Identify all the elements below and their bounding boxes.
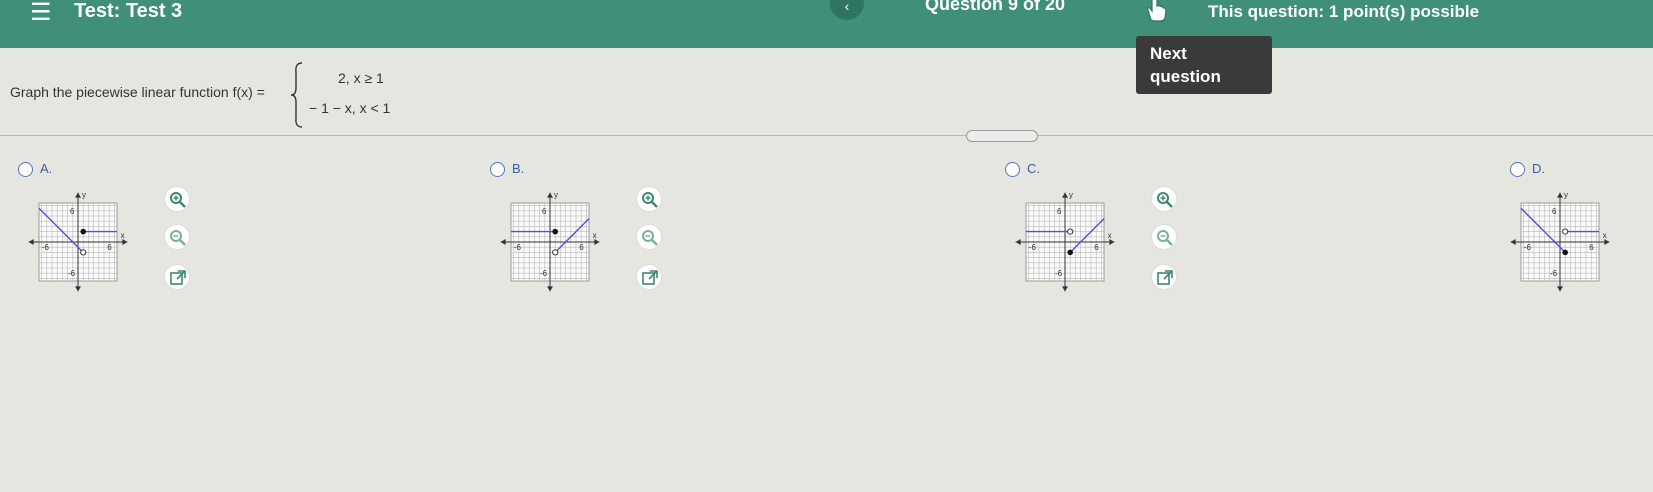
open-new-window-icon	[642, 270, 658, 285]
zoom-in-button[interactable]	[636, 186, 662, 212]
option-a-label: A.	[40, 161, 53, 176]
zoom-out-icon	[170, 230, 186, 246]
top-bar: ☰ Test: Test 3 ‹ Question 9 of 20 This q…	[0, 0, 1653, 48]
x-tick-label: -6	[1029, 243, 1037, 252]
option-c-graph[interactable]: x y -6 6 6 -6	[1015, 184, 1145, 314]
previous-question-button[interactable]: ‹	[830, 0, 864, 20]
open-new-window-button[interactable]	[1151, 264, 1177, 290]
piecewise-case-2: − 1 − x, x < 1	[309, 100, 391, 116]
option-d-label: D.	[1532, 161, 1545, 176]
x-tick-label: 6	[107, 243, 112, 252]
x-tick-label: -6	[514, 243, 522, 252]
option-a-graph[interactable]: x y -6 6 6 -6	[28, 184, 158, 314]
open-new-window-icon	[1157, 270, 1173, 285]
y-axis-label: y	[1069, 190, 1073, 199]
zoom-out-icon	[1157, 230, 1173, 246]
x-tick-label: 6	[1094, 243, 1099, 252]
option-c[interactable]: C. x y -6 6 6 -6	[1005, 161, 1185, 322]
x-tick-label: -6	[1524, 243, 1532, 252]
y-tick-label: -6	[1550, 269, 1558, 278]
open-endpoint	[80, 249, 87, 256]
zoom-in-button[interactable]	[164, 186, 190, 212]
zoom-in-icon	[170, 192, 186, 208]
zoom-in-icon	[642, 192, 658, 208]
option-b-graph[interactable]: x y -6 6 6 -6	[500, 184, 630, 314]
x-tick-label: 6	[1589, 243, 1594, 252]
option-c-radio[interactable]	[1005, 162, 1020, 177]
closed-endpoint	[80, 228, 86, 235]
option-d-radio[interactable]	[1510, 162, 1525, 177]
closed-endpoint	[1562, 249, 1568, 256]
closed-endpoint	[552, 228, 558, 235]
y-tick-label: 6	[70, 207, 75, 216]
zoom-out-button[interactable]	[164, 224, 190, 250]
y-tick-label: -6	[1055, 269, 1063, 278]
zoom-out-icon	[642, 230, 658, 246]
chevron-left-icon: ‹	[844, 0, 850, 14]
question-counter: Question 9 of 20	[925, 0, 1066, 14]
y-tick-label: -6	[540, 269, 548, 278]
y-axis-label: y	[82, 190, 86, 199]
y-tick-label: 6	[1057, 207, 1062, 216]
piecewise-case-1: 2, x ≥ 1	[338, 70, 384, 86]
x-tick-label: -6	[42, 243, 50, 252]
y-tick-label: 6	[1552, 207, 1557, 216]
closed-endpoint	[1067, 249, 1073, 256]
zoom-out-button[interactable]	[636, 224, 662, 250]
open-new-window-icon	[170, 270, 186, 285]
y-tick-label: 6	[542, 207, 547, 216]
test-title: Test: Test 3	[74, 0, 183, 22]
option-b[interactable]: B. x y -6 6 6 -6	[490, 161, 670, 322]
option-a[interactable]: A. x y -6 6 6 -6	[18, 161, 198, 322]
next-question-tooltip: Next question	[1136, 36, 1272, 94]
open-endpoint	[1562, 228, 1569, 235]
zoom-out-button[interactable]	[1151, 224, 1177, 250]
zoom-in-icon	[1157, 192, 1173, 208]
open-new-window-button[interactable]	[164, 264, 190, 290]
piecewise-brace	[290, 62, 303, 128]
points-info: This question: 1 point(s) possible	[1208, 2, 1480, 21]
x-axis-label: x	[1108, 231, 1112, 240]
section-divider	[0, 135, 1653, 136]
x-tick-label: 6	[579, 243, 584, 252]
option-b-radio[interactable]	[490, 162, 505, 177]
y-axis-label: y	[554, 190, 558, 199]
option-c-label: C.	[1027, 161, 1040, 176]
resize-handle[interactable]	[966, 130, 1038, 142]
option-d-graph[interactable]: x y -6 6 6 -6	[1510, 184, 1640, 314]
option-d[interactable]: D. x y -6 6 6 -6	[1510, 161, 1650, 322]
open-endpoint	[1067, 228, 1074, 235]
hamburger-menu-icon[interactable]: ☰	[30, 1, 52, 25]
zoom-in-button[interactable]	[1151, 186, 1177, 212]
hand-cursor-icon	[1147, 0, 1167, 22]
open-new-window-button[interactable]	[636, 264, 662, 290]
open-endpoint	[552, 249, 559, 256]
y-axis-label: y	[1564, 190, 1568, 199]
option-b-label: B.	[512, 161, 525, 176]
option-a-radio[interactable]	[18, 162, 33, 177]
x-axis-label: x	[593, 231, 597, 240]
x-axis-label: x	[1603, 231, 1607, 240]
y-tick-label: -6	[68, 269, 76, 278]
question-prompt: Graph the piecewise linear function f(x)…	[10, 84, 265, 100]
x-axis-label: x	[121, 231, 125, 240]
